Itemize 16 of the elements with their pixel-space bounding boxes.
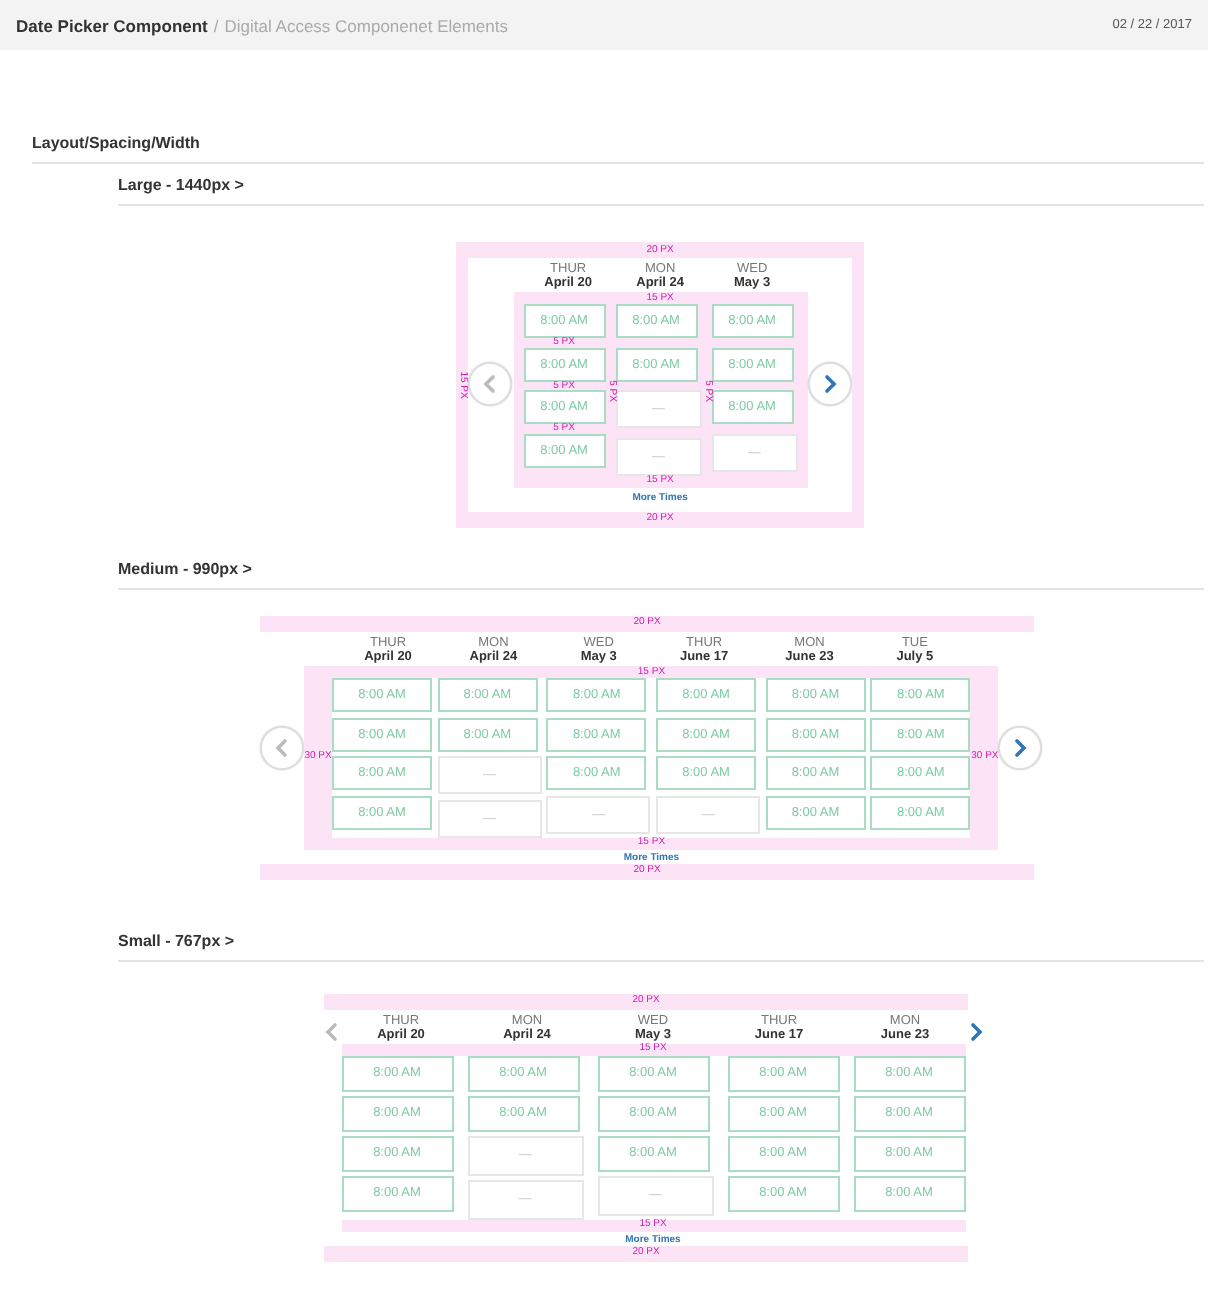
chevron-left-icon (321, 1017, 341, 1046)
subsection-title: Large - 1440px > (118, 176, 244, 194)
separator: / (213, 15, 219, 35)
page-title: Date Picker Component (16, 15, 208, 35)
chevron-right-icon (965, 1017, 985, 1046)
chevron-right-icon (1010, 737, 1031, 758)
page-subtitle: Digital Access Componenet Elements (224, 15, 509, 35)
next-button[interactable] (998, 725, 1043, 770)
chevron-right-icon (819, 374, 840, 395)
subsection-title: Small - 767px > (118, 931, 235, 950)
section-title: Layout/Spacing/Width (32, 134, 200, 152)
next-button[interactable] (807, 362, 852, 407)
chevron-left-icon (272, 737, 292, 758)
chevron-left-icon (480, 374, 501, 395)
next-button[interactable] (965, 1017, 985, 1046)
subsection-title: Medium - 990px > (118, 559, 252, 578)
